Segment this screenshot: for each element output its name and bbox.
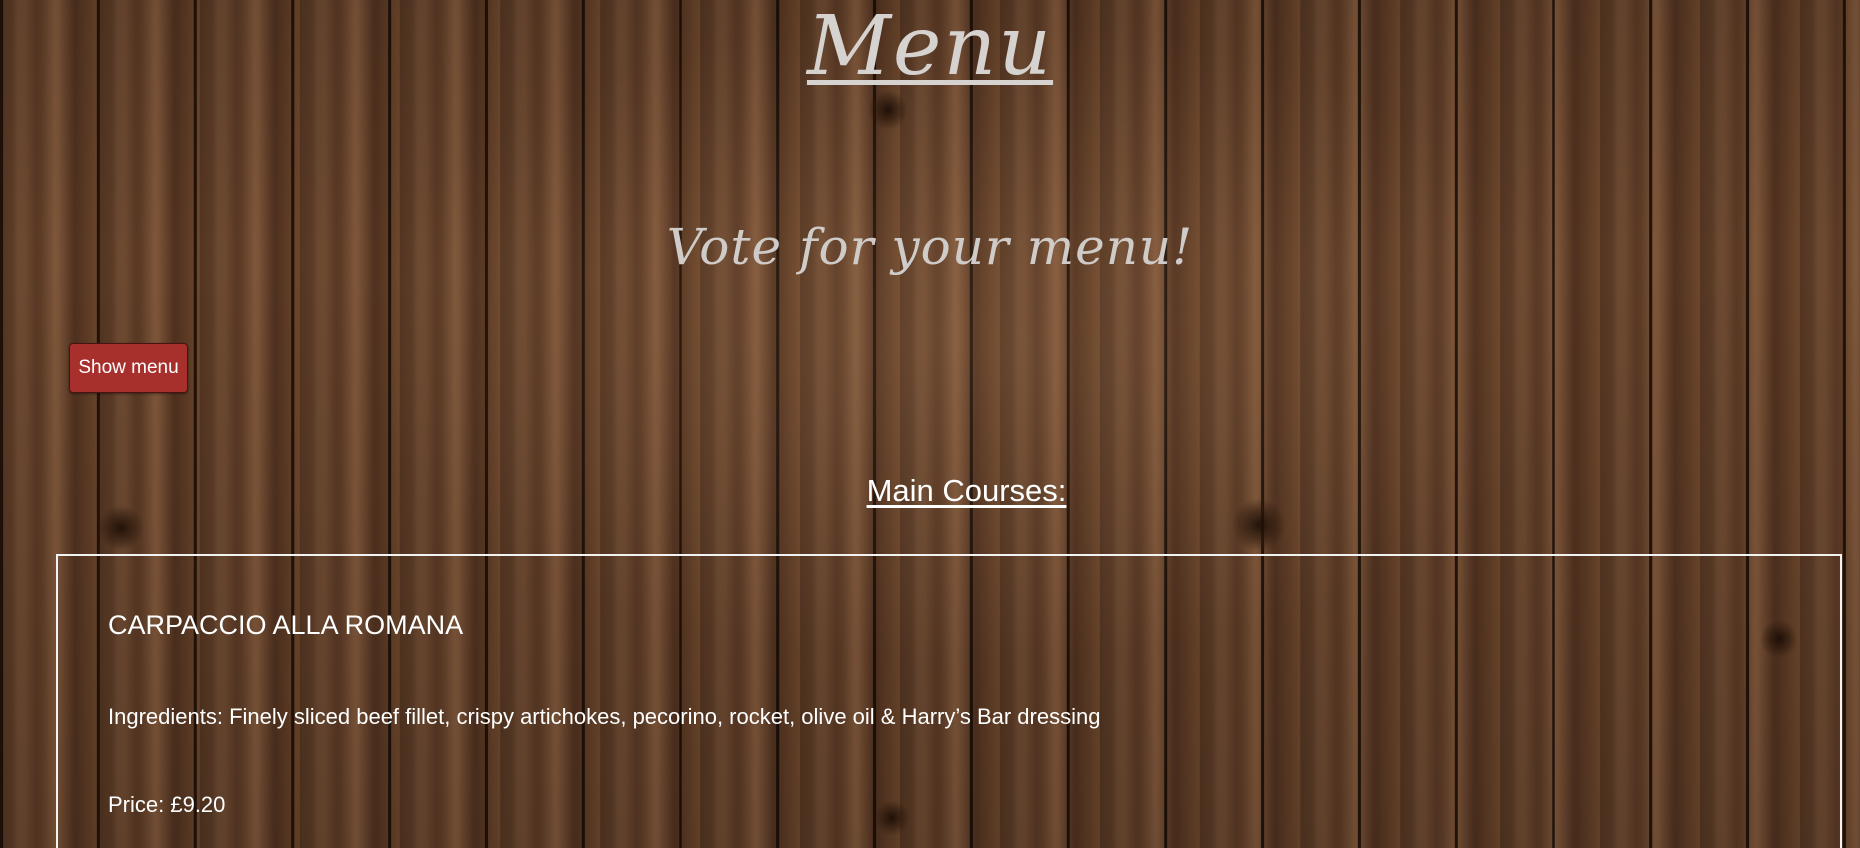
dish-price: Price: £9.20: [108, 792, 226, 817]
dish-name: CARPACCIO ALLA ROMANA: [108, 610, 464, 640]
dish-card: CARPACCIO ALLA ROMANA Ingredients: Finel…: [56, 554, 1842, 848]
page-subtitle: Vote for your menu!: [666, 218, 1194, 276]
main-courses-heading: Main Courses:: [866, 473, 1067, 508]
wood-knot: [868, 90, 908, 130]
page-title: Menu: [0, 6, 1860, 88]
menu-page: { "header": { "title": "Menu", "subtitle…: [0, 0, 1860, 848]
show-menu-button[interactable]: Show menu: [69, 343, 188, 393]
page-title-text: Menu: [806, 0, 1054, 94]
dish-ingredients: Ingredients: Finely sliced beef fillet, …: [108, 704, 1101, 729]
wood-knot: [98, 505, 144, 551]
